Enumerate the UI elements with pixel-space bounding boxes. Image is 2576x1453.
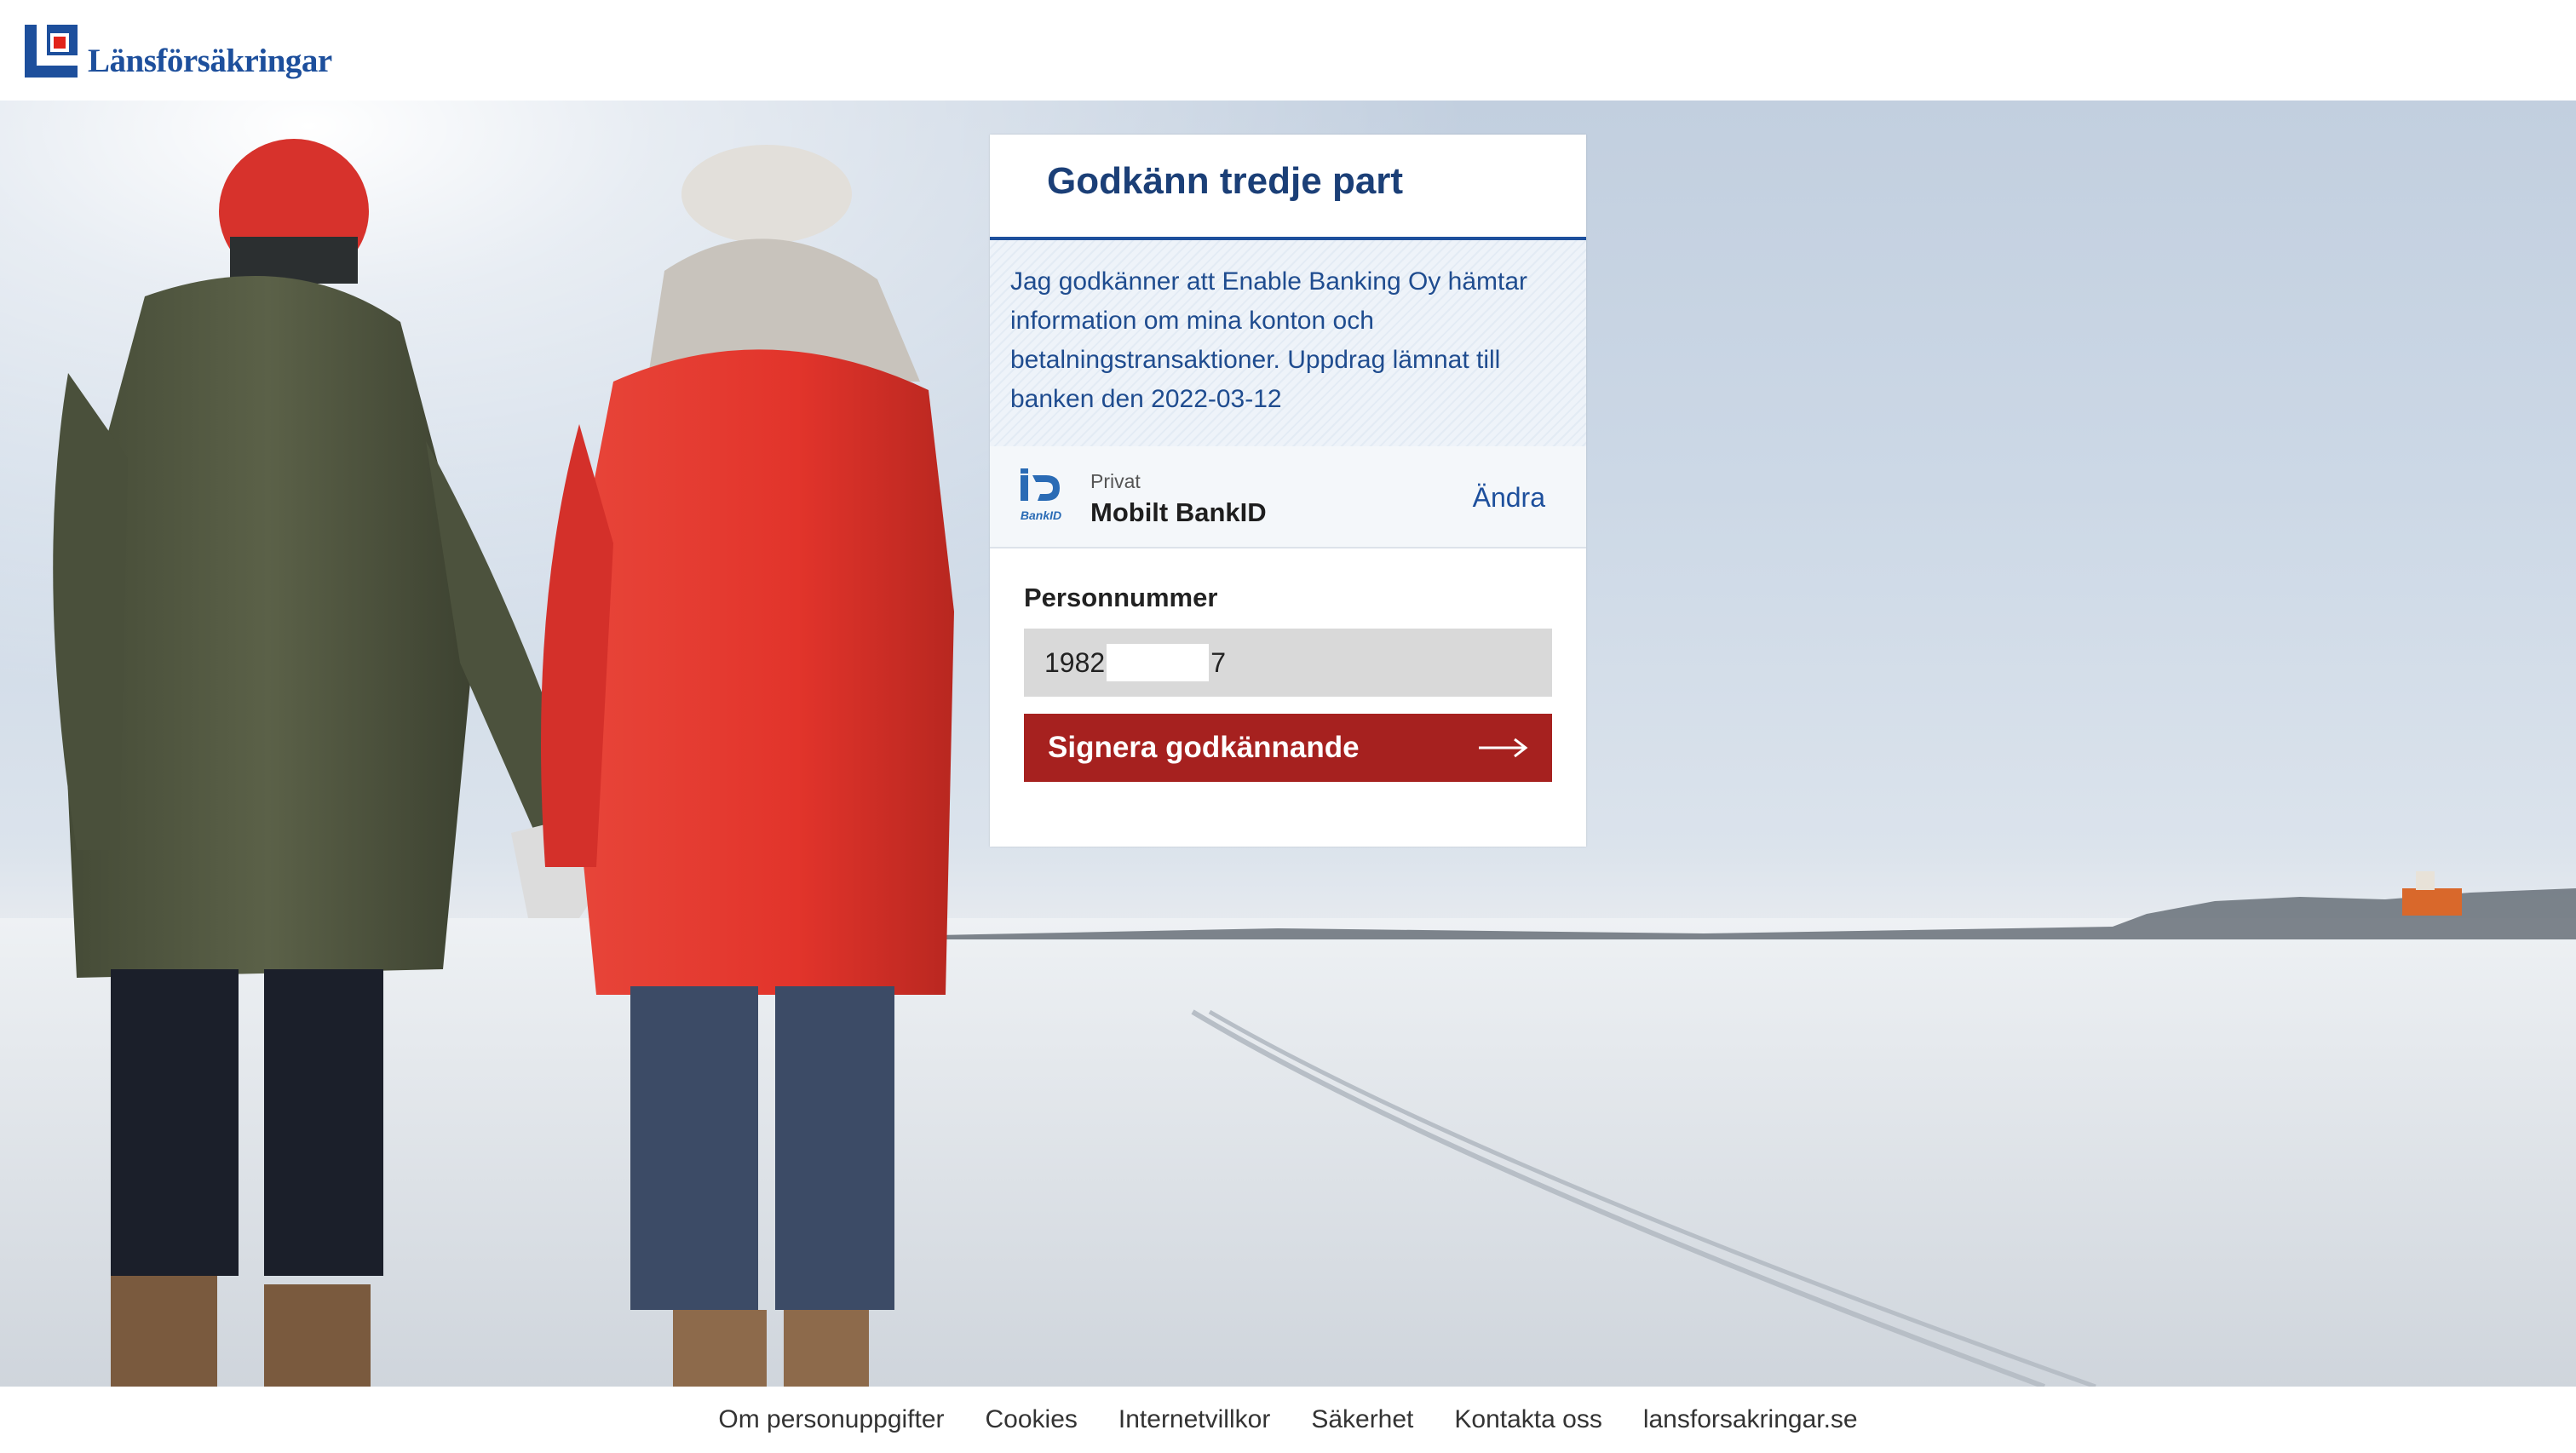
pnr-prefix: 1982 (1044, 646, 1106, 678)
personnummer-input[interactable]: 1982 7 (1024, 629, 1552, 697)
pnr-redaction (1107, 644, 1210, 681)
page-title: Godkänn tredje part (1047, 160, 1404, 202)
site-header: Länsförsäkringar (0, 0, 2576, 101)
arrow-right-icon (1479, 738, 1528, 758)
svg-text:BankID: BankID (1021, 508, 1061, 522)
personnummer-label: Personnummer (1024, 583, 1218, 612)
auth-method: Mobilt BankID (1090, 497, 1267, 527)
footer-link-terms[interactable]: Internetvillkor (1118, 1405, 1270, 1434)
footer-link-website[interactable]: lansforsakringar.se (1643, 1405, 1858, 1434)
site-footer: Om personuppgifter Cookies Internetvillk… (0, 1387, 2576, 1453)
pnr-suffix: 7 (1210, 646, 1226, 678)
footer-link-security[interactable]: Säkerhet (1311, 1405, 1413, 1434)
logo-mark-icon (25, 25, 78, 78)
footer-link-cookies[interactable]: Cookies (986, 1405, 1078, 1434)
footer-link-contact[interactable]: Kontakta oss (1454, 1405, 1601, 1434)
sign-form: Personnummer 1982 7 Signera godkännande (990, 548, 1586, 782)
logo[interactable]: Länsförsäkringar (25, 24, 332, 79)
bankid-icon: BankID (1021, 468, 1061, 522)
sign-approval-button[interactable]: Signera godkännande (1024, 714, 1552, 782)
consent-text: Jag godkänner att Enable Banking Oy hämt… (1010, 267, 1528, 413)
footer-link-personal-data[interactable]: Om personuppgifter (718, 1405, 944, 1434)
logo-text: Länsförsäkringar (88, 42, 332, 79)
change-auth-link[interactable]: Ändra (1473, 482, 1545, 514)
consent-box: Jag godkänner att Enable Banking Oy hämt… (990, 240, 1586, 446)
sign-approval-label: Signera godkännande (1048, 731, 1360, 764)
consent-card: Godkänn tredje part Jag godkänner att En… (990, 135, 1586, 847)
auth-label: Privat (1090, 470, 1141, 492)
auth-method-row: BankID Privat Mobilt BankID Ändra (990, 446, 1586, 548)
card-header: Godkänn tredje part (990, 135, 1586, 240)
